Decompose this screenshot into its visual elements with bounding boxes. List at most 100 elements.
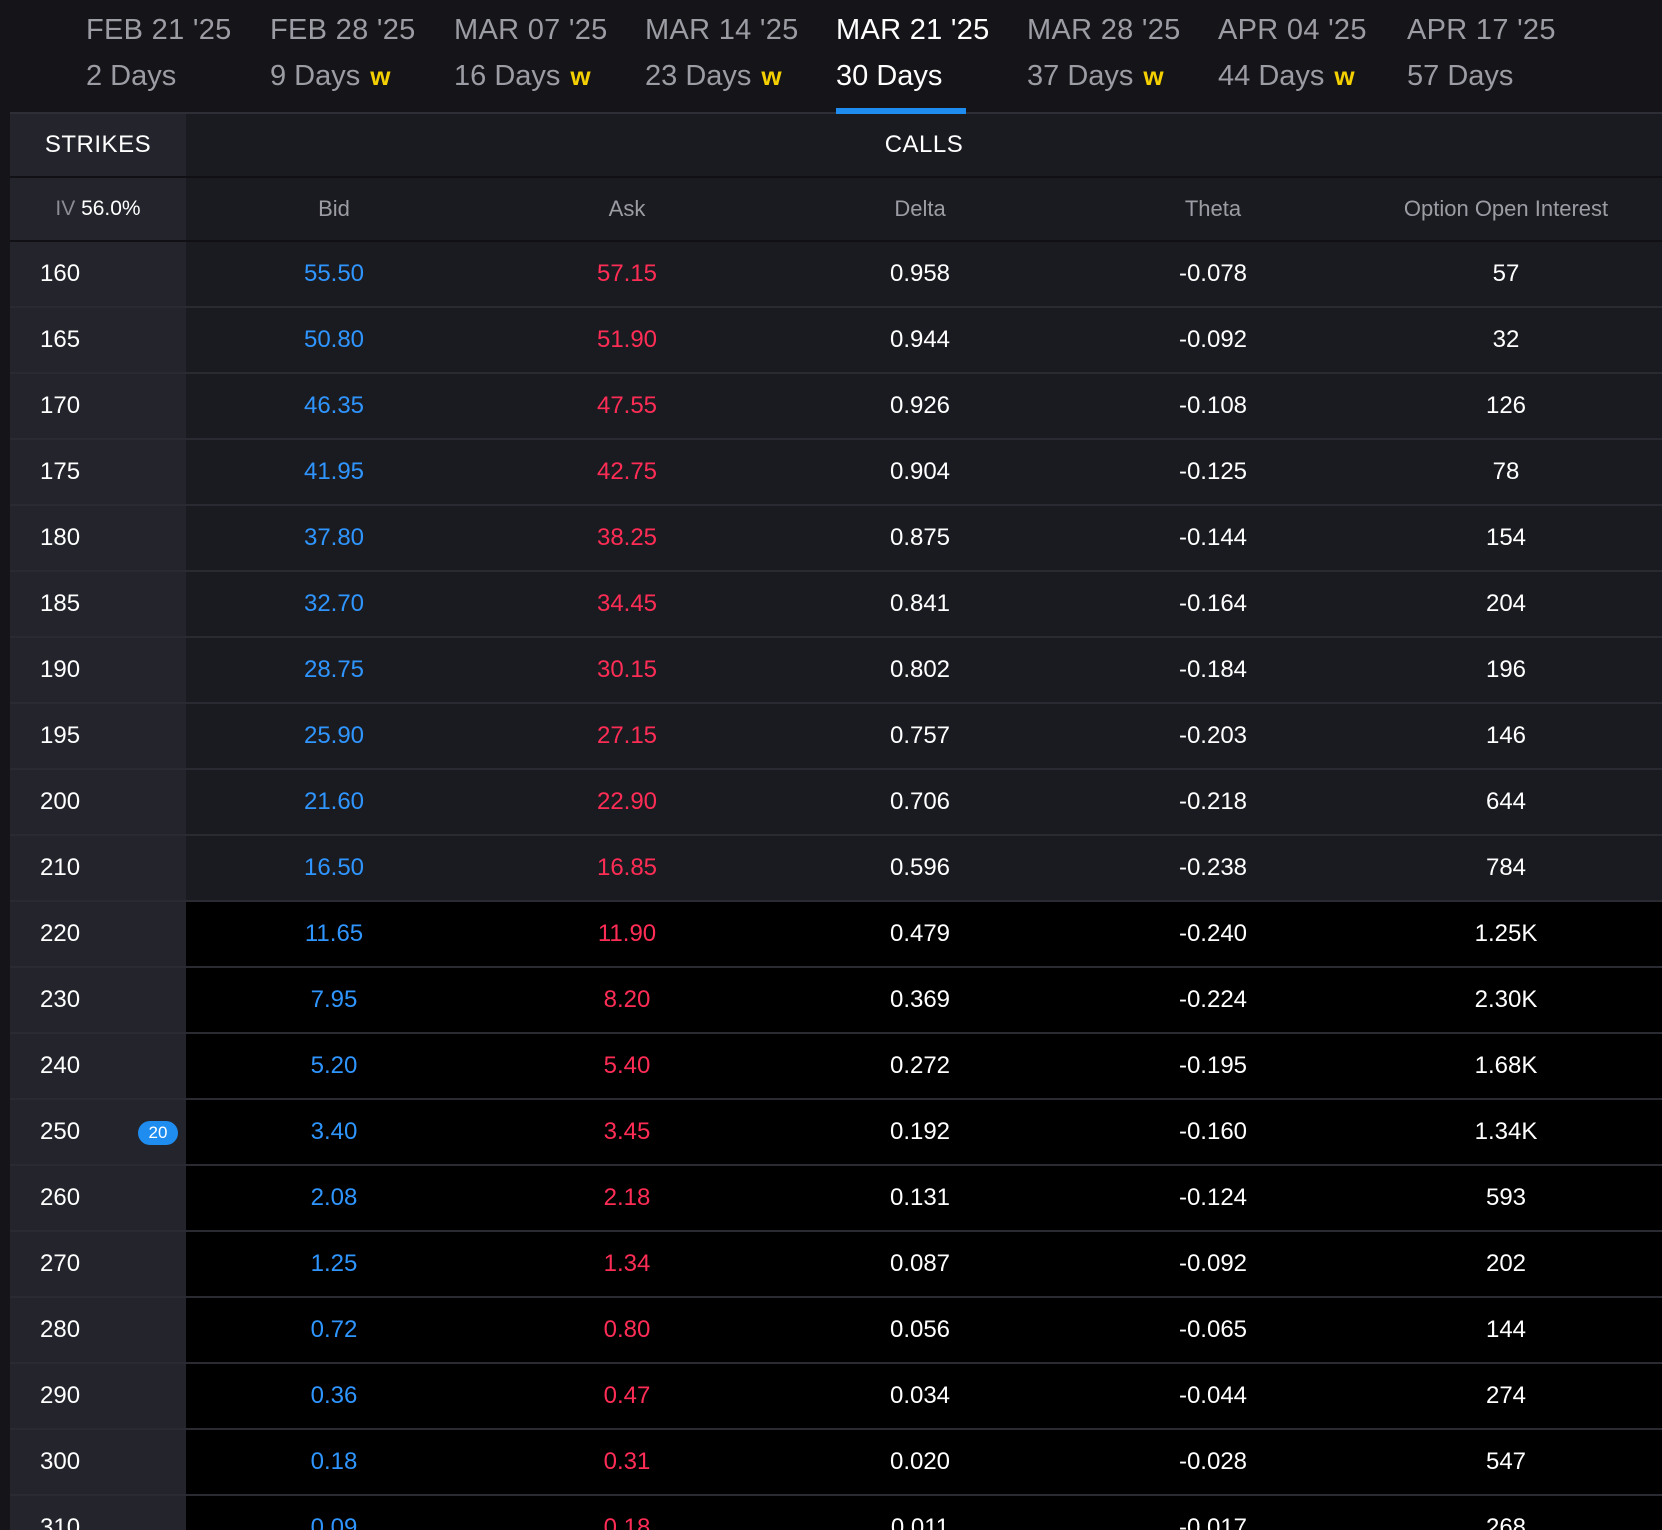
- ask-cell[interactable]: 0.18: [604, 1496, 651, 1530]
- theta-cell: -0.160: [1178, 1118, 1248, 1145]
- bid-cell[interactable]: 0.72: [311, 1298, 358, 1362]
- ask-cell[interactable]: 34.45: [597, 572, 657, 636]
- expiry-days-wrap: 16 Days w: [454, 60, 591, 93]
- ask-cell[interactable]: 27.15: [597, 704, 657, 768]
- theta-column-header[interactable]: Theta: [1185, 178, 1241, 240]
- bid-cell[interactable]: 0.18: [311, 1430, 358, 1494]
- bid-cell[interactable]: 21.60: [304, 770, 364, 834]
- expiry-days: 44 Days: [1218, 60, 1325, 92]
- ask-cell[interactable]: 22.90: [597, 770, 657, 834]
- implied-volatility: IV 56.0%: [10, 178, 186, 240]
- bid-cell[interactable]: 0.09: [311, 1496, 358, 1530]
- bid-cell[interactable]: 28.75: [304, 638, 364, 702]
- ask-cell[interactable]: 57.15: [597, 242, 657, 306]
- bid-cell[interactable]: 2.08: [311, 1166, 358, 1230]
- strike-price: 170: [40, 392, 81, 419]
- expiry-days-wrap: 9 Days w: [270, 60, 391, 93]
- bid-cell[interactable]: 46.35: [304, 374, 364, 438]
- table-row[interactable]: 230 7.95 8.20 0.369 -0.224 2.30K: [10, 968, 1662, 1034]
- table-row[interactable]: 280 0.72 0.80 0.056 -0.065 144: [10, 1298, 1662, 1364]
- table-row[interactable]: 195 25.90 27.15 0.757 -0.203 146: [10, 704, 1662, 770]
- bid-cell[interactable]: 37.80: [304, 506, 364, 570]
- table-row[interactable]: 290 0.36 0.47 0.034 -0.044 274: [10, 1364, 1662, 1430]
- open-interest-cell: 1.25K: [1474, 920, 1538, 947]
- call-cells: 28.75 30.15 0.802 -0.184 196: [186, 638, 1662, 702]
- delta-cell: 0.192: [889, 1118, 951, 1145]
- table-row[interactable]: 260 2.08 2.18 0.131 -0.124 593: [10, 1166, 1662, 1232]
- call-cells: 41.95 42.75 0.904 -0.125 78: [186, 440, 1662, 504]
- ask-column-header[interactable]: Ask: [609, 178, 646, 240]
- ask-cell[interactable]: 42.75: [597, 440, 657, 504]
- ask-cell[interactable]: 51.90: [597, 308, 657, 372]
- bid-cell[interactable]: 1.25: [311, 1232, 358, 1296]
- ask-cell[interactable]: 0.31: [604, 1430, 651, 1494]
- table-row[interactable]: 190 28.75 30.15 0.802 -0.184 196: [10, 638, 1662, 704]
- open-interest-cell: 274: [1485, 1382, 1527, 1409]
- open-interest-column-header[interactable]: Option Open Interest: [1404, 178, 1608, 240]
- delta-cell: 0.479: [889, 920, 951, 947]
- ask-cell[interactable]: 47.55: [597, 374, 657, 438]
- table-row[interactable]: 240 5.20 5.40 0.272 -0.195 1.68K: [10, 1034, 1662, 1100]
- open-interest-cell: 2.30K: [1474, 986, 1538, 1013]
- expiry-days: 37 Days: [1027, 60, 1134, 92]
- ask-cell[interactable]: 3.45: [604, 1100, 651, 1164]
- bid-column-header[interactable]: Bid: [318, 178, 350, 240]
- table-row[interactable]: 270 1.25 1.34 0.087 -0.092 202: [10, 1232, 1662, 1298]
- strike-price: 190: [40, 656, 81, 683]
- table-row[interactable]: 185 32.70 34.45 0.841 -0.164 204: [10, 572, 1662, 638]
- ask-cell[interactable]: 1.34: [604, 1232, 651, 1296]
- bid-cell[interactable]: 11.65: [305, 902, 363, 966]
- ask-cell[interactable]: 16.85: [597, 836, 657, 900]
- table-row[interactable]: 170 46.35 47.55 0.926 -0.108 126: [10, 374, 1662, 440]
- table-row[interactable]: 165 50.80 51.90 0.944 -0.092 32: [10, 308, 1662, 374]
- strike-cell: 300: [10, 1430, 186, 1494]
- table-row[interactable]: 160 55.50 57.15 0.958 -0.078 57: [10, 242, 1662, 308]
- ask-cell[interactable]: 38.25: [597, 506, 657, 570]
- table-row[interactable]: 300 0.18 0.31 0.020 -0.028 547: [10, 1430, 1662, 1496]
- strike-price: 300: [40, 1448, 81, 1475]
- call-cells: 55.50 57.15 0.958 -0.078 57: [186, 242, 1662, 306]
- table-row[interactable]: 220 11.65 11.90 0.479 -0.240 1.25K: [10, 902, 1662, 968]
- bid-cell[interactable]: 41.95: [304, 440, 364, 504]
- bid-cell[interactable]: 50.80: [304, 308, 364, 372]
- table-row[interactable]: 250 20 3.40 3.45 0.192 -0.160 1.34K: [10, 1100, 1662, 1166]
- strike-cell: 230: [10, 968, 186, 1032]
- ask-cell[interactable]: 2.18: [604, 1166, 651, 1230]
- bid-cell[interactable]: 55.50: [304, 242, 364, 306]
- bid-cell[interactable]: 32.70: [304, 572, 364, 636]
- option-chain-table-body: 160 55.50 57.15 0.958 -0.078 57 165 50.80 51.90 0…: [10, 242, 1662, 1530]
- open-interest-cell: 204: [1485, 590, 1527, 617]
- table-header-group-row: STRIKES CALLS: [10, 114, 1662, 178]
- strike-price: 290: [40, 1382, 81, 1409]
- bid-cell[interactable]: 25.90: [304, 704, 364, 768]
- bid-cell[interactable]: 3.40: [311, 1100, 358, 1164]
- ask-cell[interactable]: 0.80: [604, 1298, 651, 1362]
- table-row[interactable]: 180 37.80 38.25 0.875 -0.144 154: [10, 506, 1662, 572]
- table-row[interactable]: 310 0.09 0.18 0.011 -0.017 268: [10, 1496, 1662, 1530]
- calls-header: CALLS: [884, 131, 964, 158]
- table-row[interactable]: 210 16.50 16.85 0.596 -0.238 784: [10, 836, 1662, 902]
- delta-cell: 0.056: [889, 1316, 951, 1343]
- strike-price: 185: [40, 590, 81, 617]
- bid-cell[interactable]: 5.20: [311, 1034, 358, 1098]
- theta-cell: -0.195: [1178, 1052, 1248, 1079]
- ask-cell[interactable]: 11.90: [598, 902, 656, 966]
- ask-cell[interactable]: 0.47: [604, 1364, 651, 1428]
- open-interest-cell: 593: [1485, 1184, 1527, 1211]
- bid-cell[interactable]: 0.36: [311, 1364, 358, 1428]
- bid-cell[interactable]: 16.50: [304, 836, 364, 900]
- open-interest-cell: 784: [1485, 854, 1527, 881]
- bid-cell[interactable]: 7.95: [311, 968, 358, 1032]
- ask-cell[interactable]: 8.20: [604, 968, 651, 1032]
- position-count-badge[interactable]: 20: [138, 1121, 178, 1145]
- strike-cell: 185: [10, 572, 186, 636]
- delta-column-header[interactable]: Delta: [894, 178, 945, 240]
- theta-cell: -0.240: [1178, 920, 1248, 947]
- table-row[interactable]: 200 21.60 22.90 0.706 -0.218 644: [10, 770, 1662, 836]
- table-row[interactable]: 175 41.95 42.75 0.904 -0.125 78: [10, 440, 1662, 506]
- ask-cell[interactable]: 5.40: [604, 1034, 651, 1098]
- theta-cell: -0.065: [1178, 1316, 1248, 1343]
- expiry-tab-bar: FEB 21 '25 2 Days FEB 28 '25 9 Days w MAR 07 …: [10, 0, 1662, 114]
- ask-cell[interactable]: 30.15: [597, 638, 657, 702]
- theta-cell: -0.028: [1178, 1448, 1248, 1475]
